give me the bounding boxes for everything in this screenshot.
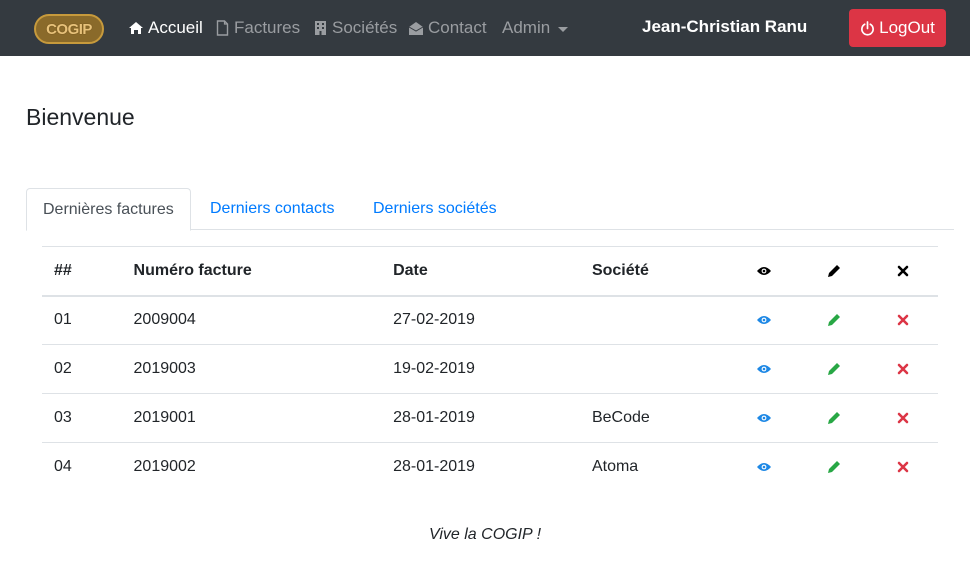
footer-tagline: Vive la COGIP ! xyxy=(428,526,542,543)
delete-action[interactable] xyxy=(868,393,938,443)
times-icon[interactable] xyxy=(897,412,909,424)
nav-accueil[interactable]: Accueil xyxy=(128,17,203,39)
nav-factures[interactable]: Factures xyxy=(214,17,300,39)
view-action[interactable] xyxy=(729,393,799,443)
view-action[interactable] xyxy=(729,442,799,492)
logout-label: LogOut xyxy=(879,18,935,37)
invoices-table: ## Numéro facture Date Société 01 200900… xyxy=(42,246,938,492)
table-row: 02 2019003 19-02-2019 xyxy=(42,344,938,394)
eye-icon[interactable] xyxy=(756,461,772,473)
header-view xyxy=(729,246,799,297)
header-date: Date xyxy=(381,246,580,297)
nav-admin-label: Admin xyxy=(502,18,551,37)
delete-action[interactable] xyxy=(868,344,938,394)
envelope-open-icon xyxy=(408,20,424,36)
edit-action[interactable] xyxy=(798,295,869,345)
edit-action[interactable] xyxy=(798,442,869,492)
pencil-icon[interactable] xyxy=(827,362,841,376)
tab-derniers-contacts[interactable]: Derniers contacts xyxy=(194,188,351,230)
power-icon xyxy=(860,20,875,36)
header-numero-facture: Numéro facture xyxy=(121,246,382,297)
cell-date: 28-01-2019 xyxy=(381,442,580,492)
nav-accueil-label: Accueil xyxy=(148,18,203,37)
cell-societe xyxy=(579,295,730,345)
chevron-down-icon xyxy=(558,26,569,32)
cell-num: 01 xyxy=(42,295,122,345)
cell-num: 04 xyxy=(42,442,122,492)
cell-facture: 2019001 xyxy=(121,393,382,443)
nav-contact[interactable]: Contact xyxy=(408,17,487,39)
building-icon xyxy=(312,20,328,36)
cell-societe: Atoma xyxy=(579,442,730,492)
page-title: Bienvenue xyxy=(26,104,135,130)
eye-icon[interactable] xyxy=(756,412,772,424)
top-navbar: COGIP Accueil Factures Sociétés Contact … xyxy=(0,0,970,56)
eye-icon xyxy=(756,266,771,275)
user-name: Jean-Christian Ranu xyxy=(642,17,808,36)
nav-societes[interactable]: Sociétés xyxy=(312,17,397,39)
view-action[interactable] xyxy=(729,344,799,394)
pencil-icon xyxy=(827,264,840,277)
delete-action[interactable] xyxy=(868,295,938,345)
header-delete xyxy=(868,246,938,297)
nav-admin-dropdown[interactable]: Admin xyxy=(502,17,569,39)
cell-num: 03 xyxy=(42,393,122,443)
tabs-bar: Dernières factures Derniers contacts Der… xyxy=(26,188,954,231)
cell-societe xyxy=(579,344,730,394)
tab-dernieres-factures[interactable]: Dernières factures xyxy=(26,188,191,231)
nav-societes-label: Sociétés xyxy=(332,18,398,37)
logout-button[interactable]: LogOut xyxy=(849,9,946,47)
table-row: 03 2019001 28-01-2019 BeCode xyxy=(42,393,938,443)
cell-date: 27-02-2019 xyxy=(381,295,580,345)
cell-facture: 2019003 xyxy=(121,344,382,394)
times-icon[interactable] xyxy=(897,314,909,326)
cogip-logo[interactable]: COGIP xyxy=(34,14,104,44)
cell-num: 02 xyxy=(42,344,122,394)
times-icon[interactable] xyxy=(897,461,909,473)
cell-facture: 2009004 xyxy=(121,295,382,345)
view-action[interactable] xyxy=(729,295,799,345)
cell-facture: 2019002 xyxy=(121,442,382,492)
header-edit xyxy=(798,246,869,297)
table-row: 04 2019002 28-01-2019 Atoma xyxy=(42,442,938,492)
table-row: 01 2009004 27-02-2019 xyxy=(42,295,938,345)
tab-derniers-societes[interactable]: Derniers sociétés xyxy=(357,188,513,230)
times-icon xyxy=(897,265,909,276)
times-icon[interactable] xyxy=(897,363,909,375)
cell-date: 28-01-2019 xyxy=(381,393,580,443)
pencil-icon[interactable] xyxy=(827,460,841,474)
nav-factures-label: Factures xyxy=(234,18,301,37)
edit-action[interactable] xyxy=(798,344,869,394)
nav-contact-label: Contact xyxy=(428,18,487,37)
pencil-icon[interactable] xyxy=(827,313,841,327)
delete-action[interactable] xyxy=(868,442,938,492)
file-icon xyxy=(214,20,230,36)
cell-date: 19-02-2019 xyxy=(381,344,580,394)
edit-action[interactable] xyxy=(798,393,869,443)
pencil-icon[interactable] xyxy=(827,411,841,425)
eye-icon[interactable] xyxy=(756,363,772,375)
table-header-row: ## Numéro facture Date Société xyxy=(42,246,938,297)
header-num: ## xyxy=(42,246,122,297)
cell-societe: BeCode xyxy=(579,393,730,443)
eye-icon[interactable] xyxy=(756,314,772,326)
home-icon xyxy=(128,20,144,36)
header-societe: Société xyxy=(579,246,730,297)
